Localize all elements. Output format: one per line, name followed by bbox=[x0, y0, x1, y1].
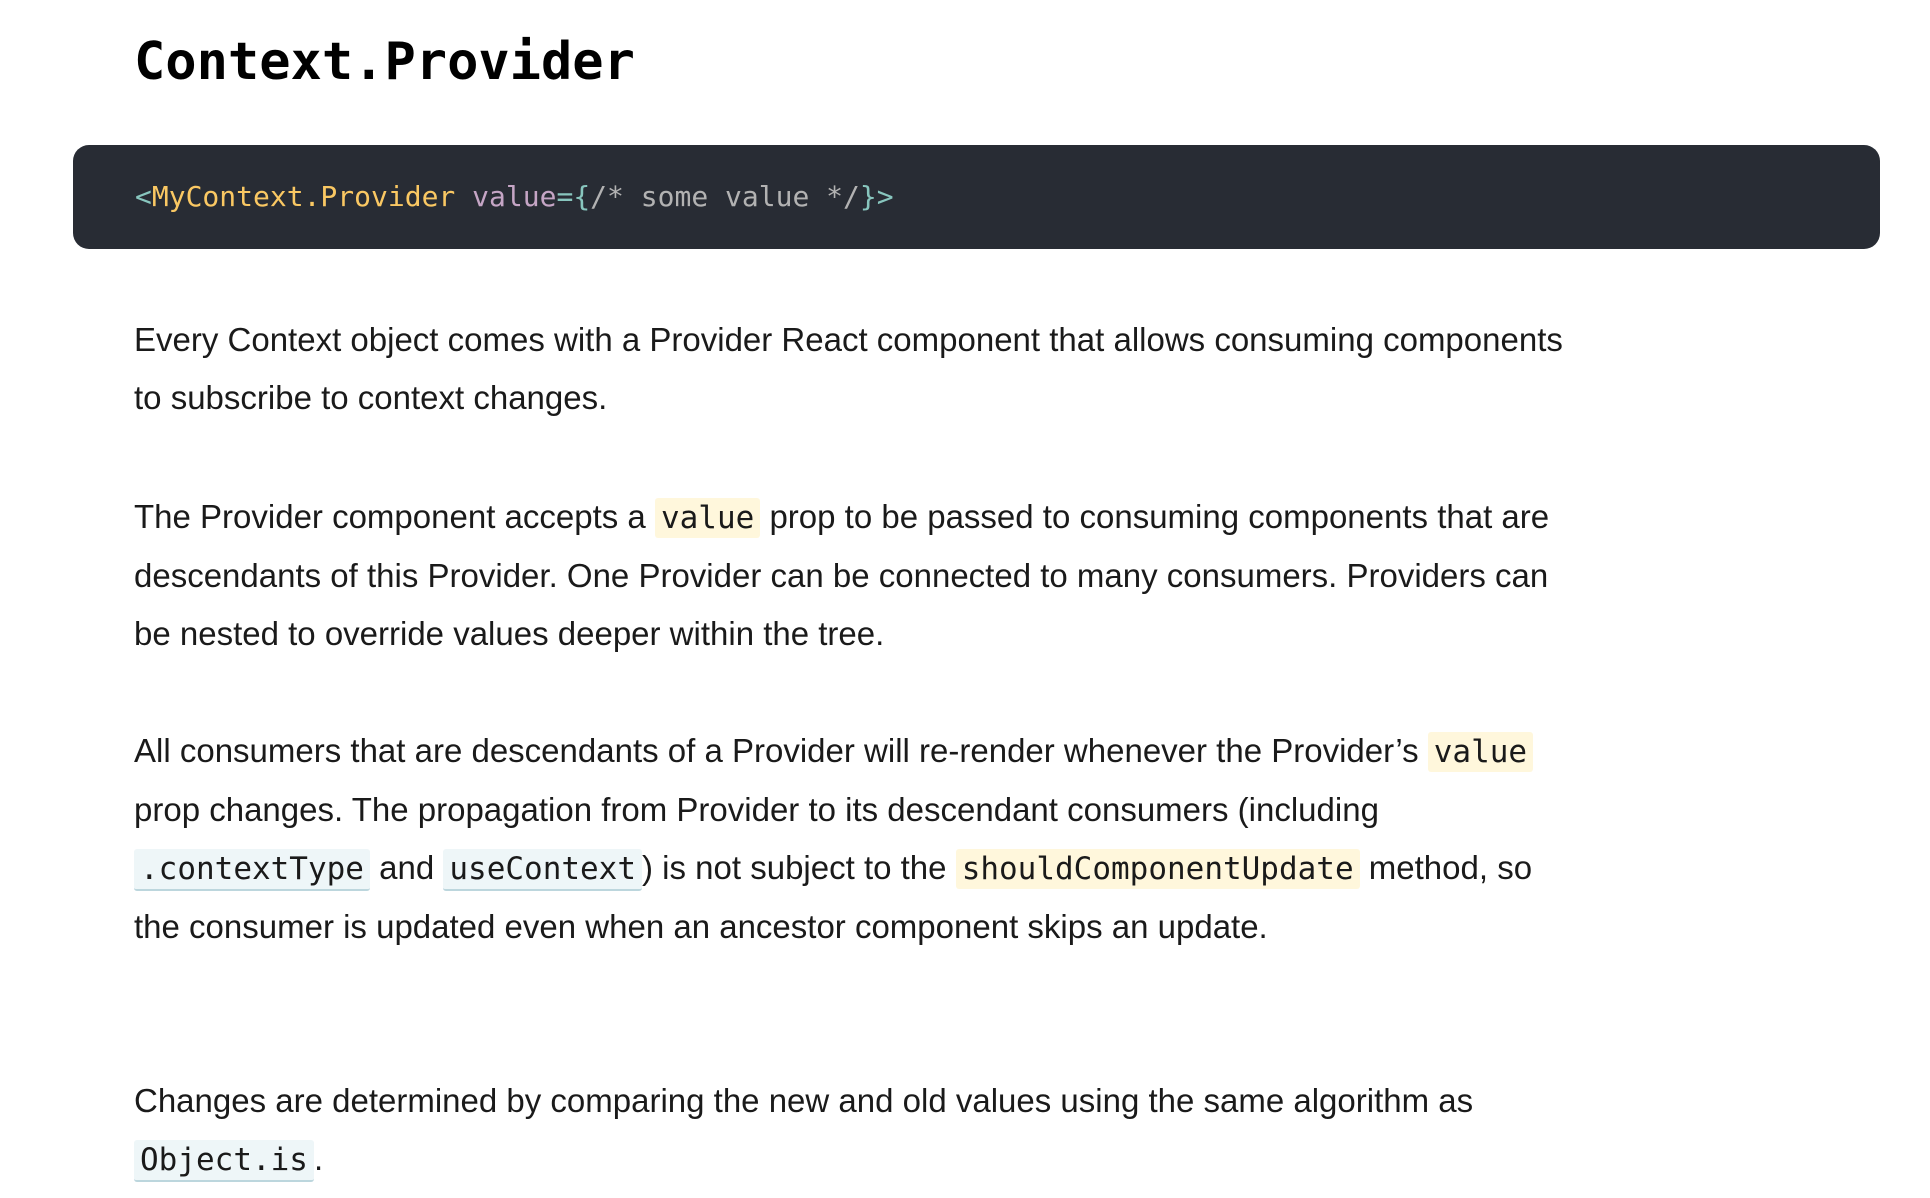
paragraph-text: prop changes. The propagation from Provi… bbox=[134, 791, 1379, 828]
code-attribute-name: value bbox=[472, 180, 557, 213]
paragraph-text: Every Context object comes with a Provid… bbox=[134, 321, 1563, 416]
paragraph-provider-intro: Every Context object comes with a Provid… bbox=[134, 311, 1574, 427]
code-block: <MyContext.Provider value={/* some value… bbox=[73, 145, 1880, 249]
paragraph-text: . bbox=[313, 1140, 324, 1177]
paragraph-text: The Provider component accepts a bbox=[134, 498, 655, 535]
paragraph-text: and bbox=[369, 849, 444, 886]
code-brace-open: { bbox=[573, 180, 591, 213]
code-equals: = bbox=[556, 180, 574, 213]
paragraph-object-is: Changes are determined by comparing the … bbox=[134, 1072, 1574, 1189]
inline-code-use-context-link[interactable]: useContext bbox=[443, 849, 643, 891]
paragraph-text: All consumers that are descendants of a … bbox=[134, 732, 1428, 769]
code-close-bracket: > bbox=[876, 180, 894, 213]
inline-code-value: value bbox=[654, 498, 761, 538]
inline-code-context-type-link[interactable]: .contextType bbox=[134, 849, 370, 891]
docs-page: Context.Provider <MyContext.Provider val… bbox=[0, 0, 1930, 1198]
code-tag-name: MyContext.Provider bbox=[151, 180, 456, 213]
paragraph-text: ) is not subject to the bbox=[642, 849, 956, 886]
inline-code-should-component-update: shouldComponentUpdate bbox=[955, 849, 1360, 889]
paragraph-rerender: All consumers that are descendants of a … bbox=[134, 722, 1574, 956]
code-comment: /* some value */ bbox=[590, 180, 860, 213]
paragraph-text: Changes are determined by comparing the … bbox=[134, 1082, 1474, 1119]
paragraph-value-prop: The Provider component accepts a value p… bbox=[134, 488, 1574, 663]
code-open-bracket: < bbox=[135, 180, 152, 213]
inline-code-object-is-link[interactable]: Object.is bbox=[134, 1140, 314, 1182]
section-heading: Context.Provider bbox=[134, 32, 635, 92]
inline-code-value: value bbox=[1427, 732, 1534, 772]
code-brace-close: } bbox=[859, 180, 877, 213]
